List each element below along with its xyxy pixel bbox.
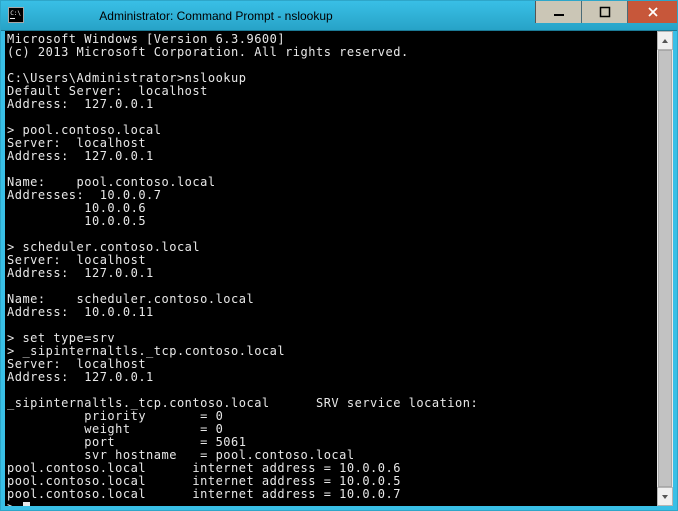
window-frame: C:\ Administrator: Command Prompt - nslo… <box>0 0 678 511</box>
scroll-up-button[interactable] <box>657 31 673 50</box>
titlebar[interactable]: C:\ Administrator: Command Prompt - nslo… <box>1 1 677 31</box>
scrollbar-thumb[interactable] <box>658 50 672 487</box>
close-button[interactable] <box>627 1 677 23</box>
svg-text:C:\: C:\ <box>10 10 21 17</box>
window-controls <box>535 1 677 23</box>
cmd-icon: C:\ <box>8 7 24 23</box>
window-title: Administrator: Command Prompt - nslookup <box>99 9 332 23</box>
terminal-client-area: Microsoft Windows [Version 6.3.9600] (c)… <box>1 31 677 510</box>
vertical-scrollbar[interactable] <box>657 31 673 506</box>
maximize-button[interactable] <box>581 1 627 23</box>
scroll-down-button[interactable] <box>657 487 673 506</box>
terminal-output[interactable]: Microsoft Windows [Version 6.3.9600] (c)… <box>5 31 657 506</box>
scrollbar-track[interactable] <box>657 50 673 487</box>
terminal-cursor <box>23 502 30 506</box>
minimize-button[interactable] <box>535 1 581 23</box>
